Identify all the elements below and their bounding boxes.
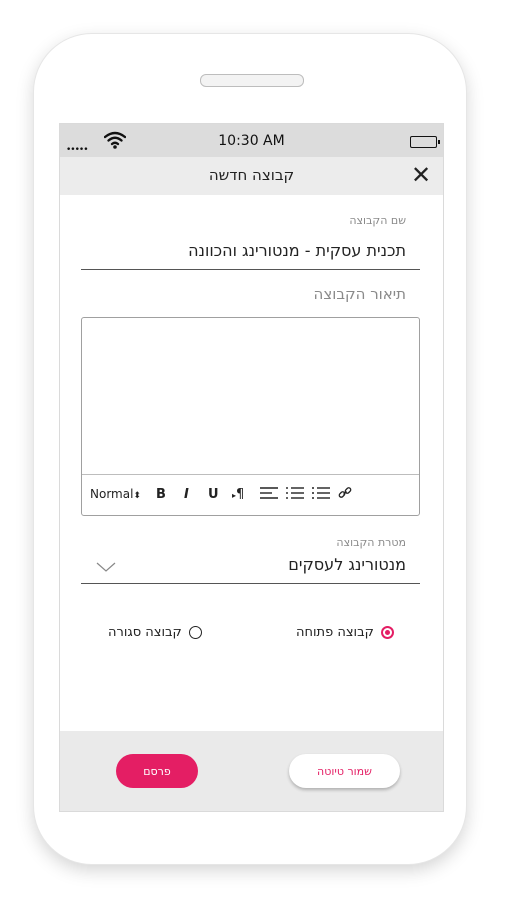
description-editor[interactable]: Normal⬍ B I U ▸¶: [81, 317, 420, 516]
sort-arrows-icon: ⬍: [133, 491, 141, 501]
publish-button[interactable]: פרסם: [116, 754, 198, 788]
underline-button[interactable]: U: [208, 487, 219, 502]
phone-speaker: [200, 74, 304, 87]
status-time: 10:30 AM: [218, 133, 285, 149]
align-icon[interactable]: [259, 486, 279, 503]
group-name-input[interactable]: תכנית עסקית - מנטורינג והכוונה: [81, 241, 406, 260]
format-select[interactable]: Normal⬍: [90, 487, 141, 501]
bold-button[interactable]: B: [156, 487, 166, 502]
format-select-value: Normal: [90, 487, 134, 501]
description-label: תיאור הקבוצה: [313, 285, 406, 303]
paragraph-direction-button[interactable]: ▸¶: [232, 487, 244, 502]
paragraph-label: ¶: [236, 487, 245, 502]
italic-button[interactable]: I: [184, 487, 189, 502]
purpose-underline: [81, 583, 420, 584]
save-draft-button[interactable]: שמור טיוטה: [289, 754, 400, 788]
bullet-list-icon[interactable]: [311, 486, 331, 503]
status-bar: ••••• 10:30 AM: [60, 124, 443, 157]
radio-closed-label: קבוצה סגורה: [108, 625, 182, 640]
chevron-down-icon[interactable]: [96, 558, 116, 577]
app-screen: ••••• 10:30 AM קבוצה חדשה ✕ שם הקבוצה תכ…: [59, 123, 444, 812]
battery-icon: [410, 136, 440, 148]
title-bar: קבוצה חדשה ✕: [60, 157, 443, 195]
close-icon[interactable]: ✕: [411, 163, 431, 187]
purpose-select-value[interactable]: מנטורינג לעסקים: [120, 555, 406, 574]
radio-unselected-icon[interactable]: [188, 626, 202, 639]
page-title: קבוצה חדשה: [208, 166, 295, 184]
radio-selected-icon[interactable]: [380, 626, 394, 639]
radio-open-group[interactable]: קבוצה פתוחה: [296, 622, 394, 641]
group-name-label: שם הקבוצה: [349, 214, 406, 227]
purpose-label: מטרת הקבוצה: [336, 536, 406, 549]
editor-toolbar: Normal⬍ B I U ▸¶: [82, 474, 419, 515]
ordered-list-icon[interactable]: [285, 486, 305, 503]
link-icon[interactable]: [338, 486, 352, 503]
radio-open-label: קבוצה פתוחה: [296, 625, 374, 640]
action-footer: פרסם שמור טיוטה: [60, 731, 443, 811]
group-name-underline: [81, 269, 420, 270]
radio-closed-group[interactable]: קבוצה סגורה: [108, 622, 202, 641]
description-textarea[interactable]: [82, 318, 419, 474]
